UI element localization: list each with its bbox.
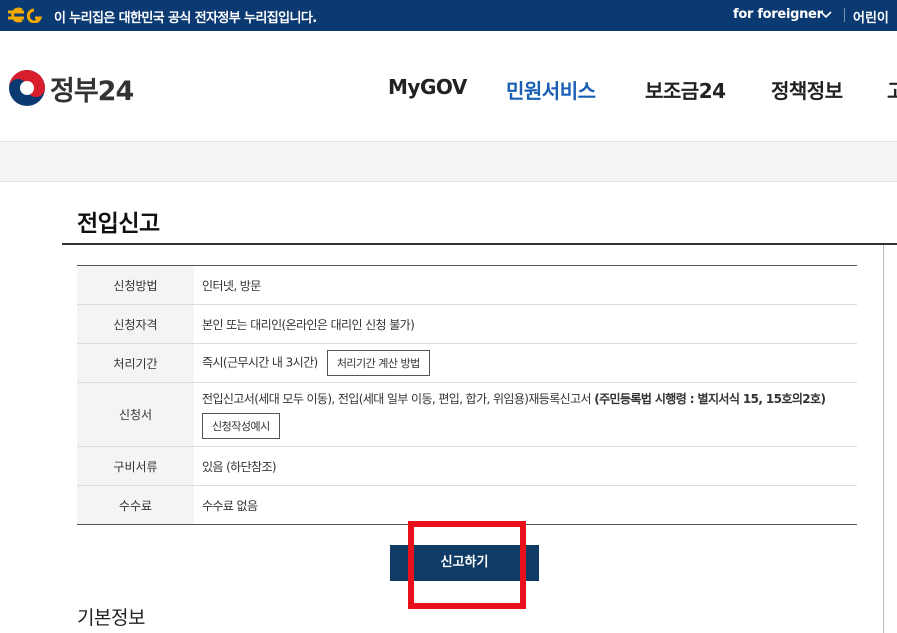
top-banner: 이 누리집은 대한민국 공식 전자정부 누리집입니다. for foreigne… [0,0,897,31]
row-value-cell: 즉시(근무시간 내 3시간) 처리기간 계산 방법 [194,343,857,383]
table-row: 신청자격 본인 또는 대리인(온라인은 대리인 신청 불가) [77,304,857,344]
row-value-bold: (주민등록법 시행령 : 별지서식 15, 15호의2호) [594,392,826,406]
row-label: 신청서 [77,382,194,447]
egov-logo-icon [8,7,43,23]
application-form-text: 전입신고서(세대 모두 이동), 전입(세대 일부 이동, 편입, 합가, 위임… [202,390,857,407]
official-notice: 이 누리집은 대한민국 공식 전자정부 누리집입니다. [54,11,317,26]
row-label: 신청방법 [77,265,194,305]
site-logo-text[interactable]: 정부24 [50,69,134,108]
title-divider [62,243,897,245]
table-row: 수수료 수수료 없음 [77,485,857,525]
row-label: 신청자격 [77,304,194,344]
row-value: 즉시(근무시간 내 3시간) [202,355,318,370]
taegeuk-logo-icon[interactable] [8,69,46,107]
row-label: 수수료 [77,485,194,525]
basic-info-heading: 기본정보 [77,607,145,629]
kids-link[interactable]: 어린이 [853,7,889,26]
nav-subsidy24[interactable]: 보조금24 [645,75,726,104]
nav-mygov[interactable]: MyGOV [388,75,467,99]
breadcrumb-bar [0,142,897,182]
for-foreigner-link[interactable]: for foreigner [733,7,823,22]
row-value-cell: 전입신고서(세대 모두 이동), 전입(세대 일부 이동, 편입, 합가, 위임… [194,382,857,447]
topbar-divider [844,8,845,22]
service-info-table: 신청방법 인터넷, 방문 신청자격 본인 또는 대리인(온라인은 대리인 신청 … [77,265,857,525]
row-label: 구비서류 [77,446,194,486]
table-row: 신청서 전입신고서(세대 모두 이동), 전입(세대 일부 이동, 편입, 합가… [77,382,857,447]
nav-item-cut[interactable]: 고 [887,75,897,104]
row-value: 본인 또는 대리인(온라인은 대리인 신청 불가) [194,304,857,344]
highlight-box [408,521,526,609]
table-row: 처리기간 즉시(근무시간 내 3시간) 처리기간 계산 방법 [77,343,857,383]
page-title: 전입신고 [77,211,160,237]
nav-civil-service[interactable]: 민원서비스 [506,75,596,104]
row-value: 인터넷, 방문 [194,265,857,305]
row-value: 전입신고서(세대 모두 이동), 전입(세대 일부 이동, 편입, 합가, 위임… [202,392,595,406]
table-row: 구비서류 있음 (하단참조) [77,446,857,486]
content-divider [883,245,884,633]
site-header: 정부24 MyGOV 민원서비스 보조금24 정책정보 고 [0,31,897,142]
row-value: 있음 (하단참조) [194,446,857,486]
example-button-wrap: 신청작성예시 [202,413,857,439]
nav-policy-info[interactable]: 정책정보 [771,75,843,104]
processing-period-method-button[interactable]: 처리기간 계산 방법 [326,350,430,376]
row-value: 수수료 없음 [202,498,258,513]
row-label: 처리기간 [77,343,194,383]
chevron-down-icon[interactable] [820,10,832,19]
application-example-button[interactable]: 신청작성예시 [202,413,280,439]
table-row: 신청방법 인터넷, 방문 [77,265,857,305]
